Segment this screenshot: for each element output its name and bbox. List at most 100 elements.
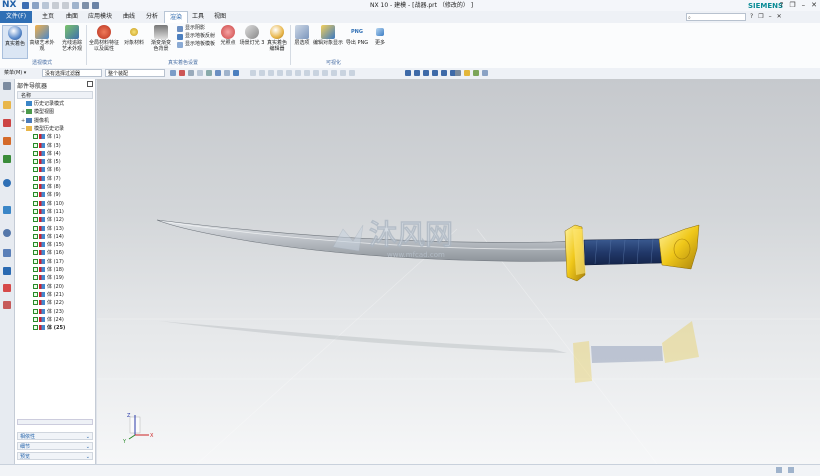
pan-icon[interactable] — [215, 70, 221, 76]
part-navigator-icon[interactable] — [3, 82, 11, 90]
navigator-body-row[interactable]: 体 (4) — [33, 150, 61, 158]
repeat-command-icon[interactable] — [72, 2, 79, 9]
ribbon-restore-button[interactable]: ❐ — [758, 11, 763, 23]
visibility-checkbox[interactable] — [33, 208, 38, 214]
center-snap-icon[interactable] — [268, 70, 274, 76]
navigator-horizontal-scrollbar[interactable] — [17, 419, 93, 425]
navigator-body-row[interactable]: 体 (20) — [33, 283, 64, 291]
tab-applications[interactable]: 应用模块 — [84, 11, 116, 23]
more-button[interactable]: 更多 — [371, 25, 389, 46]
panel-preview[interactable]: 预览 ⌄ — [17, 452, 93, 460]
visibility-checkbox[interactable] — [33, 316, 38, 322]
status-icon-layout[interactable] — [776, 467, 782, 473]
navigator-body-row[interactable]: 体 (1) — [33, 133, 61, 141]
global-material-button[interactable]: 全局材料特征 以及属性 — [88, 25, 120, 52]
paste-icon[interactable] — [62, 2, 69, 9]
hd3d-tools-icon[interactable] — [3, 155, 11, 163]
point-on-face-snap-icon[interactable] — [313, 70, 319, 76]
redo-icon[interactable] — [42, 2, 49, 9]
gradient-background-button[interactable]: 渐变渐变 色背景 — [148, 25, 174, 52]
navigator-node[interactable]: + 摄像机 — [21, 117, 49, 125]
visibility-checkbox[interactable] — [33, 308, 38, 314]
navigator-body-row[interactable]: 体 (13) — [33, 225, 64, 233]
orient-view-icon[interactable] — [405, 70, 411, 76]
navigator-body-row[interactable]: 体 (18) — [33, 266, 64, 274]
ray-traced-studio-button[interactable]: 光线追踪 艺术外观 — [58, 25, 86, 52]
tab-view[interactable]: 视图 — [210, 11, 230, 23]
tab-analysis[interactable]: 分析 — [140, 11, 164, 23]
minimize-button[interactable]: – — [802, 0, 806, 11]
visibility-checkbox[interactable] — [33, 291, 38, 297]
panel-details[interactable]: 细节 ⌄ — [17, 442, 93, 450]
graphics-viewport[interactable]: 沐风网 www.mfcad.com Z X Y — [97, 79, 820, 464]
visibility-checkbox[interactable] — [33, 225, 38, 231]
rotate-view-icon[interactable] — [432, 70, 438, 76]
visibility-checkbox[interactable] — [33, 250, 38, 256]
select-all-icon[interactable] — [170, 70, 176, 76]
pan-view-icon[interactable] — [441, 70, 447, 76]
navigator-body-row[interactable]: 体 (9) — [33, 191, 61, 199]
restore-button[interactable]: ❐ — [789, 0, 795, 11]
navigator-node[interactable]: 历史记录模式 — [21, 100, 64, 108]
tab-file[interactable]: 文件(F) — [0, 11, 32, 23]
navigator-restore-icon[interactable] — [87, 81, 93, 87]
edit-section-icon[interactable] — [482, 70, 488, 76]
tab-home[interactable]: 主页 — [36, 11, 60, 23]
navigator-column-header[interactable]: 名称 — [17, 91, 93, 99]
ribbon-close-button[interactable]: ✕ — [777, 11, 782, 23]
navigator-body-row[interactable]: 体 (5) — [33, 158, 61, 166]
navigator-body-row[interactable]: 体 (11) — [33, 208, 64, 216]
visibility-checkbox[interactable] — [33, 300, 38, 306]
navigator-body-row[interactable]: 体 (14) — [33, 233, 64, 241]
edit-object-display-button[interactable]: 编辑对象显示 — [313, 25, 343, 46]
visibility-checkbox[interactable] — [33, 184, 38, 189]
save-icon[interactable] — [22, 2, 29, 9]
status-icon-fullscreen[interactable] — [788, 467, 794, 473]
visibility-checkbox[interactable] — [33, 283, 38, 289]
tab-curve[interactable]: 曲线 — [117, 11, 141, 23]
visibility-checkbox[interactable] — [33, 275, 38, 281]
navigator-body-row[interactable]: 体 (25) — [33, 324, 65, 332]
visibility-checkbox[interactable] — [33, 134, 38, 140]
endpoint-snap-icon[interactable] — [250, 70, 256, 76]
selection-filter-dropdown[interactable]: 没有选择过滤器 — [42, 69, 102, 77]
snap-point-icon[interactable] — [197, 70, 203, 76]
menu-button[interactable]: 菜单(M) ▾ — [2, 69, 38, 77]
arc-center-snap-icon[interactable] — [322, 70, 328, 76]
true-shading-editor-button[interactable]: 真实着色 编辑器 — [265, 25, 289, 52]
navigator-body-row[interactable]: 体 (22) — [33, 299, 64, 307]
zoom-icon[interactable] — [224, 70, 230, 76]
navigator-node[interactable]: + 模型视图 — [21, 108, 54, 116]
navigator-body-row[interactable]: 体 (6) — [33, 166, 61, 174]
assembly-navigator-icon[interactable] — [3, 101, 11, 109]
navigator-body-row[interactable]: 体 (8) — [33, 183, 61, 191]
show-floor-grid-option[interactable]: 显示地板模板 — [177, 41, 215, 48]
fit-view-icon[interactable] — [414, 70, 420, 76]
visibility-checkbox[interactable] — [33, 258, 38, 264]
visibility-checkbox[interactable] — [33, 167, 38, 173]
visibility-checkbox[interactable] — [33, 192, 38, 198]
layer-option-button[interactable]: 层选项 — [292, 25, 312, 46]
copy-icon[interactable] — [52, 2, 59, 9]
object-material-button[interactable]: 对象材料 — [122, 25, 146, 46]
visibility-checkbox[interactable] — [33, 142, 38, 148]
wireframe-icon[interactable] — [473, 70, 479, 76]
touch-mode-icon[interactable] — [82, 2, 89, 9]
light-point-button[interactable]: 光照点 — [218, 25, 238, 46]
system-materials-icon[interactable] — [3, 267, 11, 275]
quadrant-snap-icon[interactable] — [277, 70, 283, 76]
web-browser-icon[interactable] — [3, 179, 11, 187]
visibility-checkbox[interactable] — [33, 200, 38, 206]
visibility-checkbox[interactable] — [33, 150, 38, 156]
bounded-grid-snap-icon[interactable] — [349, 70, 355, 76]
navigator-body-row[interactable]: 体 (10) — [33, 200, 64, 208]
roles-icon[interactable] — [3, 249, 11, 257]
deselect-icon[interactable] — [179, 70, 185, 76]
point-on-curve-snap-icon[interactable] — [304, 70, 310, 76]
visibility-checkbox[interactable] — [33, 233, 38, 239]
window-menu-icon[interactable] — [92, 2, 99, 9]
tangent-snap-icon[interactable] — [331, 70, 337, 76]
navigator-body-row[interactable]: 体 (19) — [33, 274, 64, 282]
assembly-scope-dropdown[interactable]: 整个装配 — [105, 69, 165, 77]
ribbon-minimize-button[interactable]: – — [769, 11, 772, 23]
